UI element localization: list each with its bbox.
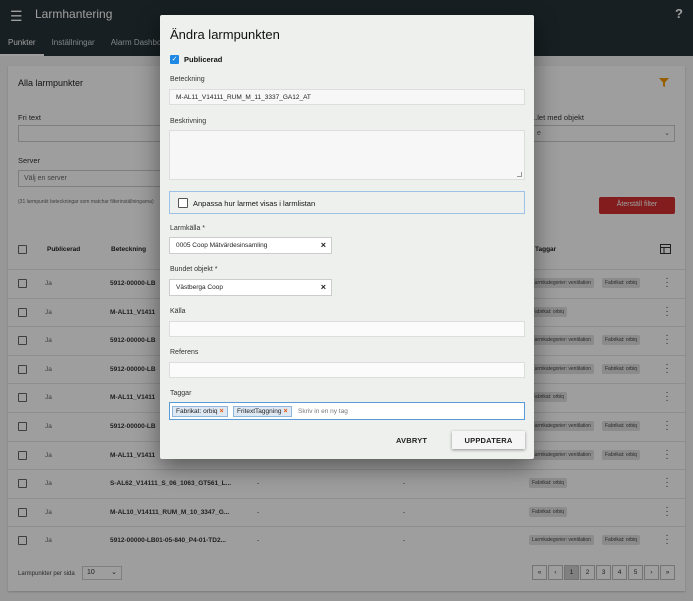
clear-icon[interactable]: × (321, 282, 326, 292)
tag-chip: Fabrikat: orbiq × (172, 406, 228, 417)
designation-field[interactable]: M-AL11_V14111_RUM_M_11_3337_GA12_AT (169, 89, 525, 105)
tags-label: Taggar (170, 390, 192, 397)
tag-chip-label: FritextTaggning (237, 408, 282, 415)
source-label: Källa (170, 308, 186, 315)
source-field[interactable] (169, 321, 525, 337)
resize-handle[interactable] (517, 172, 522, 177)
tag-chip: FritextTaggning × (233, 406, 292, 417)
bound-object-value: Västberga Coop (176, 284, 223, 291)
description-field[interactable] (169, 130, 525, 180)
description-label: Beskrivning (170, 118, 207, 125)
alarm-source-value: 0005 Coop Mätvärdesinsamling (176, 242, 268, 249)
cancel-button[interactable]: AVBRYT (396, 436, 427, 445)
alarm-source-label: Larmkälla * (170, 225, 206, 232)
customize-label: Anpassa hur larmet visas i larmlistan (193, 199, 316, 208)
bound-object-select[interactable]: Västberga Coop × (169, 279, 332, 296)
edit-alarm-dialog: Ändra larmpunkten ✓ Publicerad Betecknin… (160, 15, 534, 459)
new-tag-input[interactable]: Skriv in en ny tag (298, 408, 348, 415)
published-label: Publicerad (184, 55, 223, 64)
customize-option[interactable]: Anpassa hur larmet visas i larmlistan (169, 191, 525, 214)
bound-object-label: Bundet objekt * (170, 266, 218, 273)
clear-icon[interactable]: × (321, 240, 326, 250)
tags-input[interactable]: Fabrikat: orbiq × FritextTaggning × Skriv … (169, 402, 525, 420)
dialog-title: Ändra larmpunkten (170, 27, 280, 42)
published-checkbox[interactable]: ✓ (170, 55, 179, 64)
reference-label: Referens (170, 349, 199, 356)
remove-tag-icon[interactable]: × (220, 408, 224, 415)
customize-checkbox[interactable] (178, 198, 188, 208)
alarm-source-select[interactable]: 0005 Coop Mätvärdesinsamling × (169, 237, 332, 254)
remove-tag-icon[interactable]: × (283, 408, 287, 415)
tag-chip-label: Fabrikat: orbiq (176, 408, 218, 415)
reference-field[interactable] (169, 362, 525, 378)
update-button[interactable]: UPPDATERA (452, 431, 525, 449)
designation-label: Beteckning (170, 76, 205, 83)
